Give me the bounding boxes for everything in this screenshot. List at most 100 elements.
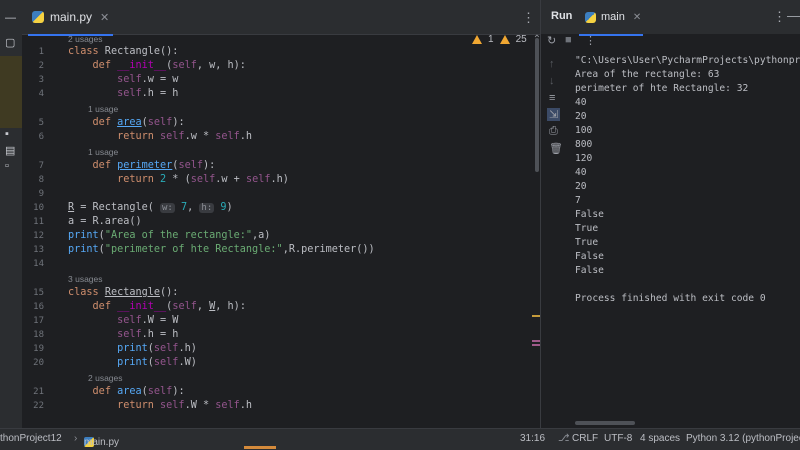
usages-hint[interactable]: 3 usages xyxy=(68,274,103,284)
python-interpreter[interactable]: Python 3.12 (pythonProject xyxy=(686,433,800,444)
bookmarks-icon[interactable]: ▤ xyxy=(5,144,15,157)
line-number: 6 xyxy=(38,132,44,142)
line-number: 15 xyxy=(33,288,44,298)
output-line: 40 xyxy=(575,97,587,108)
line-number-gutter: 1 2 3 4 5 6 7 8 9 10 11 12 13 14 15 16 1… xyxy=(22,34,62,428)
code-line: self.h = h xyxy=(117,329,179,340)
output-line: True xyxy=(575,237,599,248)
line-number: 19 xyxy=(33,344,44,354)
line-number: 13 xyxy=(33,245,44,255)
output-line: 20 xyxy=(575,111,587,122)
trash-icon[interactable]: 🗑 xyxy=(549,142,563,155)
status-project[interactable]: thonProject12 xyxy=(0,433,62,444)
code-line: print(self.W) xyxy=(117,357,197,368)
line-number: 18 xyxy=(33,330,44,340)
code-line: def __init__(self, W, h): xyxy=(92,301,246,312)
usages-hint[interactable]: 1 usage xyxy=(88,104,118,114)
python-file-icon xyxy=(585,11,596,23)
code-area[interactable]: 2 usages class Rectangle(): def __init__… xyxy=(68,34,528,428)
print-icon[interactable]: ⎙ xyxy=(549,125,558,138)
output-line: perimeter of hte Rectangle: 32 xyxy=(575,83,749,94)
structure-icon[interactable]: ▪ xyxy=(5,128,9,140)
scroll-to-end-icon[interactable]: ⇲ xyxy=(547,108,561,121)
status-file-label: main.py xyxy=(84,437,120,448)
close-icon[interactable]: ✕ xyxy=(633,12,641,23)
line-number: 17 xyxy=(33,316,44,326)
run-side-toolbar: ↑ ↓ ≡ ⇲ ⎙ 🗑 xyxy=(541,50,567,428)
console-horizontal-scrollbar[interactable] xyxy=(575,421,635,425)
code-line: def __init__(self, w, h): xyxy=(92,60,246,71)
run-toolbar: ↻ ■ ⋮ xyxy=(541,34,800,50)
close-icon[interactable]: ✕ xyxy=(100,11,109,24)
line-number: 16 xyxy=(33,302,44,312)
line-number: 9 xyxy=(38,189,44,199)
code-line: R = Rectangle( w: 7, h: 9) xyxy=(68,202,233,213)
services-icon[interactable]: ▫ xyxy=(5,160,9,172)
code-line: print("perimeter of hte Rectangle:",R.pe… xyxy=(68,244,375,255)
line-number: 14 xyxy=(33,259,44,269)
code-line: a = R.area() xyxy=(68,216,142,227)
rerun-icon[interactable]: ↻ xyxy=(547,34,556,47)
project-pane-edge xyxy=(0,56,22,128)
error-marker[interactable] xyxy=(532,340,540,342)
line-number: 2 xyxy=(38,61,44,71)
soft-wrap-icon[interactable]: ≡ xyxy=(549,92,555,104)
more-options-icon[interactable]: ⋮ xyxy=(773,9,786,25)
output-line: Area of the rectangle: 63 xyxy=(575,69,720,80)
code-line: self.h = h xyxy=(117,88,179,99)
line-number: 21 xyxy=(33,387,44,397)
output-line: 40 xyxy=(575,167,587,178)
line-separator[interactable]: CRLF xyxy=(572,433,598,444)
status-bar: thonProject12 › main.py 31:16 ⎇ CRLF UTF… xyxy=(0,428,800,450)
code-line: def area(self): xyxy=(92,117,185,128)
code-line: self.w = w xyxy=(117,74,179,85)
code-line: def perimeter(self): xyxy=(92,160,216,171)
console-output[interactable]: "C:\Users\User\PycharmProjects\pythonpro… xyxy=(575,50,800,420)
tab-main-py[interactable]: main.py ✕ xyxy=(28,0,113,36)
run-tool-window: Run main ✕ ⋮ — ↻ ■ ⋮ ↑ ↓ ≡ ⇲ ⎙ 🗑 "C:\Use… xyxy=(540,0,800,428)
more-options-icon[interactable]: ⋮ xyxy=(585,34,596,47)
editor-scrollbar[interactable] xyxy=(535,38,539,172)
file-encoding[interactable]: UTF-8 xyxy=(604,433,632,444)
output-line: 100 xyxy=(575,125,593,136)
warning-marker[interactable] xyxy=(532,315,540,317)
line-number: 12 xyxy=(33,231,44,241)
run-title: Run xyxy=(551,10,573,22)
minimize-icon[interactable]: — xyxy=(787,8,800,23)
line-number: 11 xyxy=(33,217,44,227)
line-number: 1 xyxy=(38,47,44,57)
caret-position[interactable]: 31:16 xyxy=(520,433,545,444)
editor-tabs: main.py ✕ ⋮ xyxy=(22,0,540,36)
output-line: "C:\Users\User\PycharmProjects\pythonpro… xyxy=(575,55,800,66)
code-editor: main.py ✕ ⋮ 1 25 ⌃ 1 2 3 4 5 6 7 8 9 10 … xyxy=(22,0,541,428)
output-line: Process finished with exit code 0 xyxy=(575,293,766,304)
line-number: 7 xyxy=(38,161,44,171)
arrow-down-icon[interactable]: ↓ xyxy=(549,75,555,87)
code-line: class Rectangle(): xyxy=(68,46,179,57)
usages-hint[interactable]: 2 usages xyxy=(68,34,103,44)
folder-icon[interactable]: ▢ xyxy=(5,36,15,49)
usages-hint[interactable]: 2 usages xyxy=(88,373,123,383)
output-line: False xyxy=(575,209,604,220)
arrow-up-icon[interactable]: ↑ xyxy=(549,58,555,70)
stop-icon[interactable]: ■ xyxy=(565,34,572,46)
code-line: def area(self): xyxy=(92,386,185,397)
code-line: self.W = W xyxy=(117,315,179,326)
menu-icon[interactable]: — xyxy=(5,12,16,24)
breadcrumb-separator: › xyxy=(74,433,78,444)
line-number: 5 xyxy=(38,118,44,128)
python-file-icon xyxy=(32,11,44,23)
run-header: Run main ✕ ⋮ — xyxy=(541,0,800,36)
line-number: 22 xyxy=(33,401,44,411)
more-options-icon[interactable]: ⋮ xyxy=(522,10,535,26)
usages-hint[interactable]: 1 usage xyxy=(88,147,118,157)
code-line: return self.w * self.h xyxy=(117,131,253,142)
run-tab-main[interactable]: main ✕ xyxy=(579,0,643,36)
error-marker[interactable] xyxy=(532,344,540,346)
code-line: print("Area of the rectangle:",a) xyxy=(68,230,271,241)
code-line: return self.W * self.h xyxy=(117,400,253,411)
indent-setting[interactable]: 4 spaces xyxy=(640,433,680,444)
project-tool-strip: — ▢ ▪ ▤ ▫ xyxy=(0,0,23,428)
line-number: 8 xyxy=(38,175,44,185)
line-number: 4 xyxy=(38,89,44,99)
